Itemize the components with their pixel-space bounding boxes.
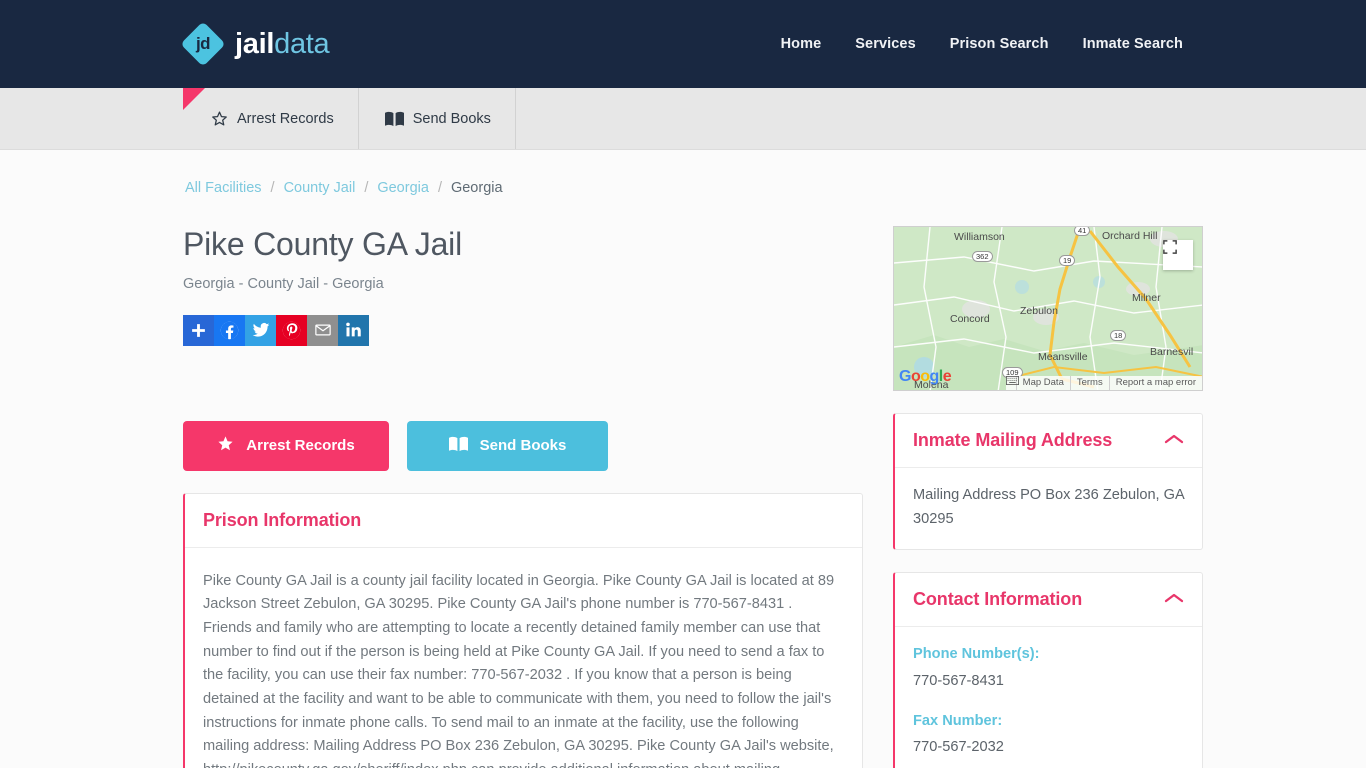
- page-title: Pike County GA Jail: [183, 226, 462, 262]
- breadcrumb: All Facilities / County Jail / Georgia /…: [183, 168, 1183, 196]
- phone-number-value: 770-567-8431: [913, 672, 1004, 689]
- secondary-tab-bar: Arrest Records Send Books: [0, 88, 1366, 150]
- fullscreen-icon[interactable]: [1163, 240, 1193, 270]
- inmate-mailing-address-value: Mailing Address PO Box 236 Zebulon, GA 3…: [913, 487, 1184, 527]
- site-header: jd jaildata Home Services Prison Search …: [0, 0, 1366, 88]
- subtab-arrest-records[interactable]: Arrest Records: [183, 88, 359, 149]
- contact-information-panel: Contact Information Phone Number(s): 770…: [893, 572, 1203, 768]
- map-route-362: 362: [972, 251, 993, 262]
- book-icon: [384, 111, 404, 127]
- brand-word-2: data: [274, 27, 330, 60]
- subtab-send-books[interactable]: Send Books: [359, 88, 516, 149]
- map-data-link[interactable]: Map Data: [1015, 376, 1070, 390]
- active-ribbon-marker: [183, 88, 205, 110]
- sidebar-column: Williamson Orchard Hill Concord Zebulon …: [893, 226, 1203, 768]
- share-email-icon[interactable]: [307, 314, 338, 346]
- fax-number-label: Fax Number:: [913, 712, 1003, 729]
- arrest-records-button[interactable]: Arrest Records: [183, 420, 389, 471]
- breadcrumb-current: Georgia: [450, 180, 503, 196]
- main-navigation: Home Services Prison Search Inmate Searc…: [781, 36, 1183, 52]
- nav-item-prison-search[interactable]: Prison Search: [950, 36, 1049, 52]
- map-place-barnesville: Barnesvil: [1150, 346, 1194, 358]
- inmate-mailing-address-panel: Inmate Mailing Address Mailing Address P…: [893, 413, 1203, 551]
- fax-number-value: 770-567-2032: [913, 739, 1004, 756]
- brand-wordmark: jaildata: [235, 27, 330, 61]
- breadcrumb-georgia[interactable]: Georgia: [377, 180, 429, 196]
- breadcrumb-separator: /: [437, 180, 442, 196]
- breadcrumb-county-jail[interactable]: County Jail: [284, 180, 356, 196]
- map-place-milner: Milner: [1132, 292, 1161, 304]
- nav-item-home[interactable]: Home: [781, 36, 822, 52]
- main-column: Pike County GA Jail Georgia - County Jai…: [183, 226, 863, 768]
- phone-number-label: Phone Number(s):: [913, 646, 1040, 663]
- map-place-orchard-hill: Orchard Hill: [1102, 230, 1158, 242]
- share-twitter-icon[interactable]: [245, 314, 276, 346]
- map-report-error-link[interactable]: Report a map error: [1108, 376, 1202, 390]
- prison-information-panel: Prison Information Pike County GA Jail i…: [183, 492, 863, 768]
- subtab-label-arrest-records: Arrest Records: [237, 110, 334, 127]
- prison-information-title: Prison Information: [203, 509, 362, 530]
- inmate-mailing-address-header[interactable]: Inmate Mailing Address: [895, 414, 1202, 468]
- chevron-up-icon[interactable]: [1164, 591, 1184, 609]
- map-route-19: 19: [1059, 255, 1076, 266]
- send-books-button-label: Send Books: [479, 437, 567, 455]
- map-footer: Map Data Terms Report a map error: [1005, 376, 1202, 390]
- prison-information-body: Pike County GA Jail is a county jail fac…: [203, 572, 835, 768]
- inmate-mailing-address-title: Inmate Mailing Address: [913, 430, 1113, 450]
- logo-monogram: jd: [195, 34, 211, 53]
- share-addthis-icon[interactable]: [183, 314, 214, 346]
- location-map[interactable]: Williamson Orchard Hill Concord Zebulon …: [893, 226, 1203, 391]
- google-logo: Google: [899, 368, 952, 385]
- share-facebook-icon[interactable]: [214, 314, 245, 346]
- breadcrumb-separator: /: [270, 180, 275, 196]
- arrest-records-button-label: Arrest Records: [246, 437, 355, 455]
- map-terms-link[interactable]: Terms: [1069, 376, 1109, 390]
- brand-word-1: jail: [235, 27, 275, 60]
- map-place-meansville: Meansville: [1038, 351, 1088, 363]
- contact-information-title: Contact Information: [913, 589, 1083, 610]
- social-share-bar: [183, 314, 863, 346]
- facility-subtitle: Georgia - County Jail - Georgia: [183, 275, 384, 292]
- prison-information-header: Prison Information: [185, 494, 862, 548]
- book-icon: [448, 436, 468, 456]
- subtab-label-send-books: Send Books: [412, 110, 491, 127]
- map-route-41: 41: [1074, 227, 1091, 236]
- jaildata-logo-icon: jd: [180, 21, 226, 67]
- brand-logo[interactable]: jd jaildata: [180, 21, 330, 67]
- map-place-zebulon: Zebulon: [1020, 305, 1058, 317]
- map-place-concord: Concord: [950, 313, 990, 325]
- facility-action-buttons: Arrest Records Send Books: [183, 420, 863, 471]
- send-books-button[interactable]: Send Books: [407, 420, 608, 471]
- map-place-williamson: Williamson: [954, 231, 1005, 243]
- nav-item-inmate-search[interactable]: Inmate Search: [1083, 36, 1183, 52]
- breadcrumb-separator: /: [364, 180, 369, 196]
- share-pinterest-icon[interactable]: [276, 314, 307, 346]
- page-content: All Facilities / County Jail / Georgia /…: [183, 150, 1203, 768]
- star-icon: [217, 435, 234, 456]
- share-linkedin-icon[interactable]: [338, 314, 369, 346]
- contact-information-body: Phone Number(s): 770-567-8431 Fax Number…: [895, 627, 1202, 768]
- contact-information-header[interactable]: Contact Information: [895, 573, 1202, 628]
- nav-item-services[interactable]: Services: [855, 36, 915, 52]
- star-icon: [211, 110, 228, 127]
- map-route-18: 18: [1110, 330, 1127, 341]
- chevron-up-icon[interactable]: [1164, 432, 1184, 450]
- breadcrumb-all-facilities[interactable]: All Facilities: [185, 180, 262, 196]
